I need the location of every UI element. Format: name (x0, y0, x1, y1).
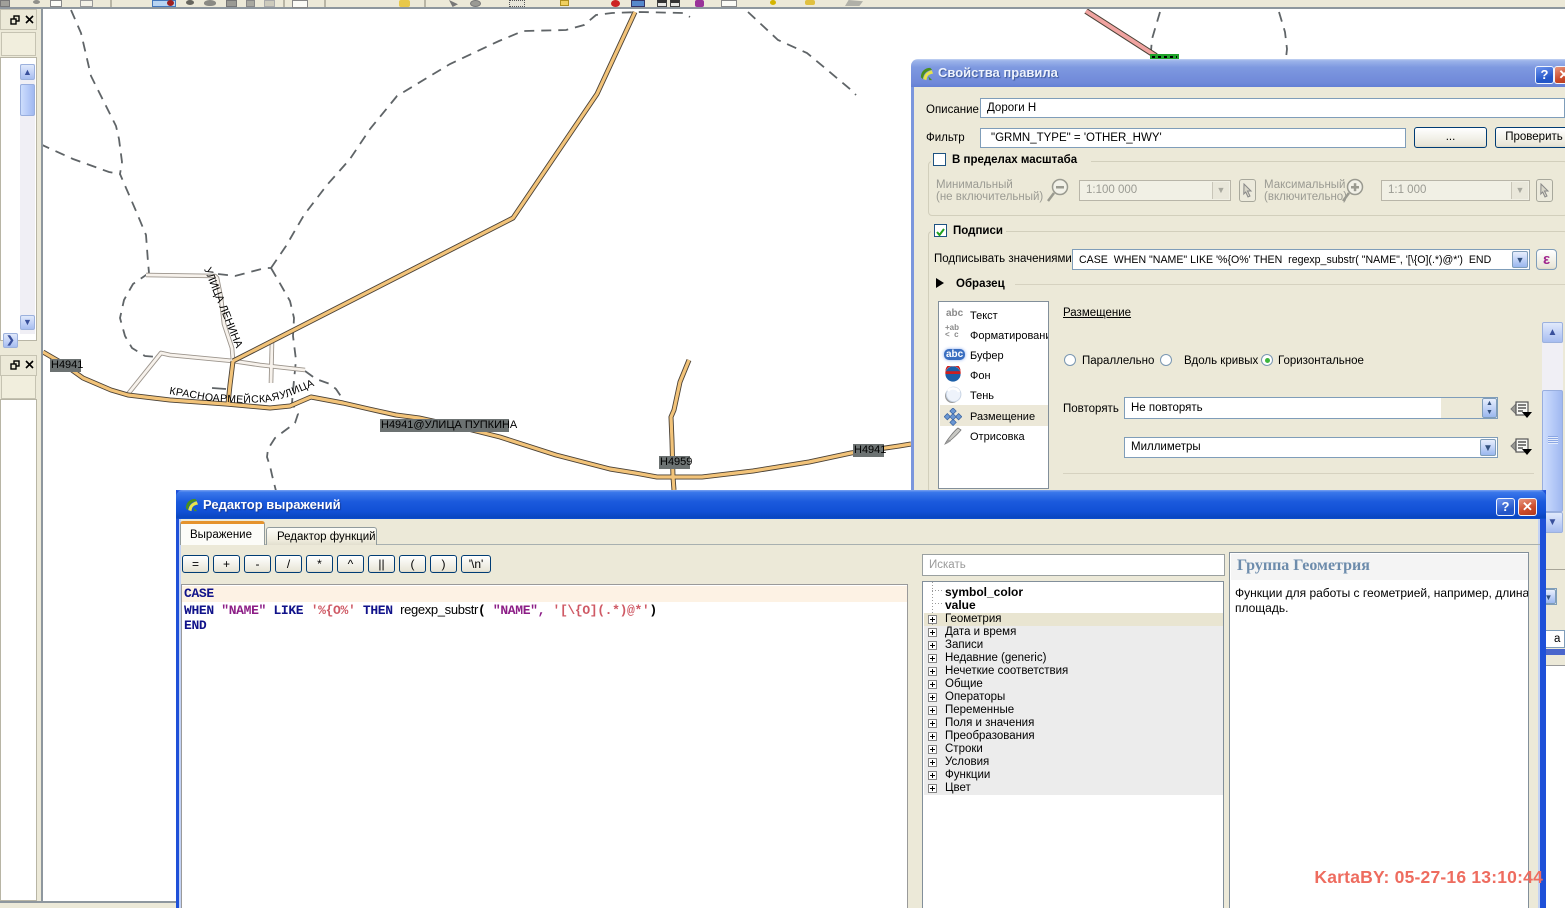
svg-text:УЛИЦА ЛЕНИНА: УЛИЦА ЛЕНИНА (201, 266, 245, 351)
